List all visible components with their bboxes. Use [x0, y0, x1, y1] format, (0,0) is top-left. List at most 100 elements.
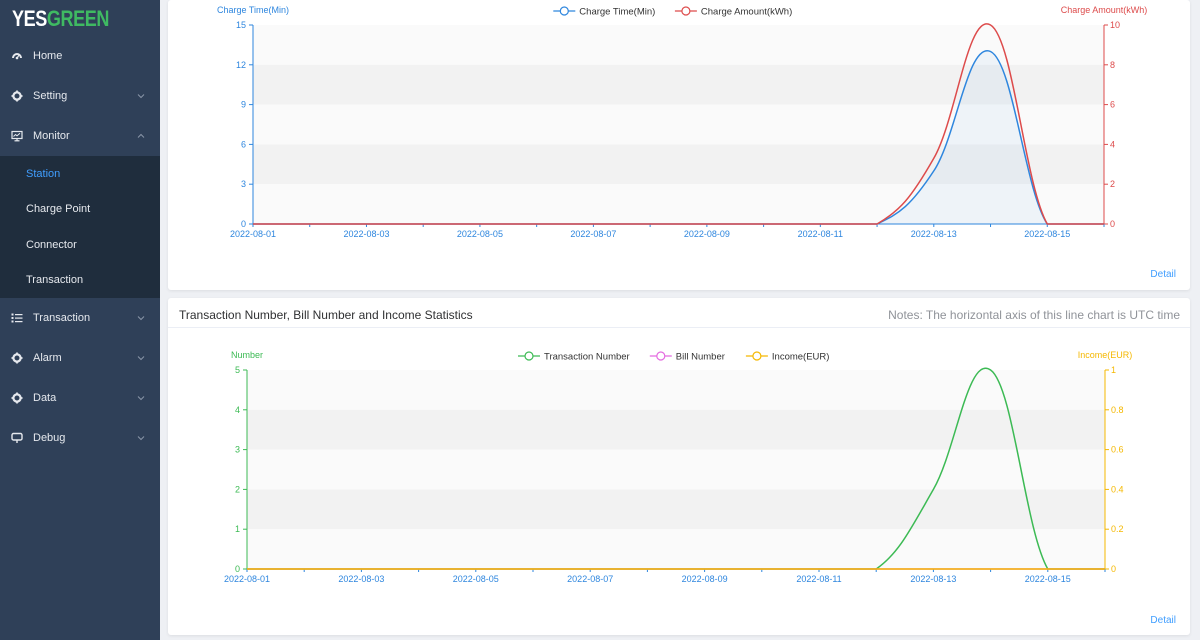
gear-icon — [10, 391, 24, 405]
y-tick-label-left: 15 — [236, 20, 246, 30]
grid-band — [247, 489, 1105, 530]
app-logo[interactable]: YESGREEN — [12, 6, 109, 32]
sidebar-item-monitor-transaction[interactable]: Transaction — [0, 263, 160, 299]
chevron-down-icon — [136, 91, 146, 101]
grid-band — [247, 449, 1105, 490]
x-tick-label: 2022-08-09 — [684, 229, 730, 239]
y-tick-label-right: 6 — [1110, 100, 1115, 110]
y-tick-label-left: 9 — [241, 100, 246, 110]
charge-statistics-card: 0 3 6 9 12 15 0 2 4 6 8 10 Charge Time(Min) Charge Am… — [168, 0, 1190, 290]
x-tick-label: 2022-08-07 — [567, 574, 613, 584]
sidebar-nav: Home Setting Monitor Station Charge Poin… — [0, 36, 160, 458]
sidebar-item-label: Home — [33, 50, 63, 62]
grid-band — [247, 409, 1105, 450]
y-axis-label-left: Number — [231, 350, 263, 360]
legend-label: Income(EUR) — [772, 352, 830, 363]
gear-icon — [10, 351, 24, 365]
monitor-icon — [10, 129, 24, 143]
gear-icon — [10, 89, 24, 103]
y-tick-label-left: 0 — [241, 219, 246, 229]
y-tick-label-right: 2 — [1110, 179, 1115, 189]
sidebar-item-connector[interactable]: Connector — [0, 227, 160, 263]
transaction-line-chart: 0 1 2 3 4 5 0 0.2 0.4 0.6 0.8 1 Number Income(EUR) 202… — [224, 350, 1133, 584]
legend-label: Transaction Number — [544, 352, 630, 363]
y-tick-label-left: 3 — [241, 179, 246, 189]
transaction-statistics-card: Transaction Number, Bill Number and Inco… — [168, 298, 1190, 635]
y-tick-label-left: 6 — [241, 139, 246, 149]
legend-marker — [752, 351, 762, 361]
x-tick-label: 2022-08-07 — [570, 229, 616, 239]
y-tick-label-right: 0.8 — [1111, 405, 1124, 415]
sidebar-item-alarm[interactable]: Alarm — [0, 338, 160, 378]
y-tick-label-right: 0 — [1111, 564, 1116, 574]
x-tick-label: 2022-08-01 — [224, 574, 270, 584]
x-tick-label: 2022-08-15 — [1024, 229, 1070, 239]
legend-marker — [656, 351, 666, 361]
sidebar-item-station[interactable]: Station — [0, 156, 160, 192]
x-tick-label: 2022-08-09 — [682, 574, 728, 584]
y-tick-label-left: 3 — [235, 445, 240, 455]
sidebar-item-debug[interactable]: Debug — [0, 418, 160, 458]
y-tick-label-right: 8 — [1110, 60, 1115, 70]
chevron-up-icon — [136, 131, 146, 141]
y-tick-label-right: 10 — [1110, 20, 1120, 30]
grid-band — [247, 529, 1105, 569]
charge-detail-link[interactable]: Detail — [1150, 269, 1176, 280]
y-axis-label-right: Charge Amount(kWh) — [1061, 5, 1148, 15]
x-tick-label: 2022-08-13 — [910, 574, 956, 584]
transaction-detail-link[interactable]: Detail — [1150, 615, 1176, 626]
sidebar-item-label: Data — [33, 392, 57, 404]
sidebar-item-home[interactable]: Home — [0, 36, 160, 76]
dashboard-icon — [10, 49, 24, 63]
x-tick-label: 2022-08-01 — [230, 229, 276, 239]
sidebar-item-label: Debug — [33, 432, 66, 444]
sidebar-item-label: Monitor — [33, 130, 70, 142]
legend-marker — [681, 6, 691, 16]
y-tick-label-left: 5 — [235, 365, 240, 375]
logo-green: GREEN — [46, 6, 110, 31]
legend-label: Bill Number — [676, 352, 725, 363]
sidebar-item-label: Setting — [33, 90, 68, 102]
y-tick-label-right: 1 — [1111, 365, 1116, 375]
y-tick-label-right: 4 — [1110, 139, 1115, 149]
chevron-down-icon — [136, 313, 146, 323]
x-tick-label: 2022-08-11 — [798, 229, 843, 239]
x-tick-label: 2022-08-03 — [338, 574, 384, 584]
chevron-down-icon — [136, 393, 146, 403]
x-tick-label: 2022-08-05 — [453, 574, 499, 584]
y-tick-label-left: 1 — [235, 524, 240, 534]
legend-marker — [524, 351, 534, 361]
legend-label: Charge Time(Min) — [579, 7, 655, 18]
sidebar-item-setting[interactable]: Setting — [0, 76, 160, 116]
x-tick-label: 2022-08-03 — [343, 229, 389, 239]
y-tick-label-left: 4 — [235, 405, 240, 415]
y-tick-label-left: 12 — [236, 60, 246, 70]
sidebar-item-charge-point[interactable]: Charge Point — [0, 192, 160, 228]
chevron-down-icon — [136, 433, 146, 443]
charge-line-chart: 0 3 6 9 12 15 0 2 4 6 8 10 Charge Time(Min) Charge Am… — [217, 5, 1148, 239]
sidebar-item-transaction[interactable]: Transaction — [0, 298, 160, 338]
y-tick-label-right: 0.2 — [1111, 524, 1124, 534]
debug-icon — [10, 431, 24, 445]
chevron-down-icon — [136, 353, 146, 363]
y-tick-label-right: 0.4 — [1111, 484, 1124, 494]
x-tick-label: 2022-08-11 — [796, 574, 841, 584]
sidebar-item-label: Transaction — [33, 312, 91, 324]
legend-label: Charge Amount(kWh) — [701, 7, 792, 18]
y-axis-label-left: Charge Time(Min) — [217, 5, 289, 15]
monitor-submenu: Station Charge Point Connector Transacti… — [0, 156, 160, 298]
sidebar: YESGREEN Home Setting Monitor Station Ch… — [0, 0, 160, 640]
x-tick-label: 2022-08-05 — [457, 229, 503, 239]
legend-marker — [559, 6, 569, 16]
x-tick-label: 2022-08-15 — [1025, 574, 1071, 584]
x-tick-label: 2022-08-13 — [911, 229, 957, 239]
list-icon — [10, 311, 24, 325]
y-axis-label-right: Income(EUR) — [1078, 350, 1133, 360]
y-tick-label-left: 0 — [235, 564, 240, 574]
y-tick-label-right: 0.6 — [1111, 445, 1124, 455]
logo-yes: YES — [12, 6, 47, 31]
sidebar-item-monitor[interactable]: Monitor — [0, 116, 160, 156]
y-tick-label-right: 0 — [1110, 219, 1115, 229]
sidebar-item-label: Alarm — [33, 352, 62, 364]
sidebar-item-data[interactable]: Data — [0, 378, 160, 418]
